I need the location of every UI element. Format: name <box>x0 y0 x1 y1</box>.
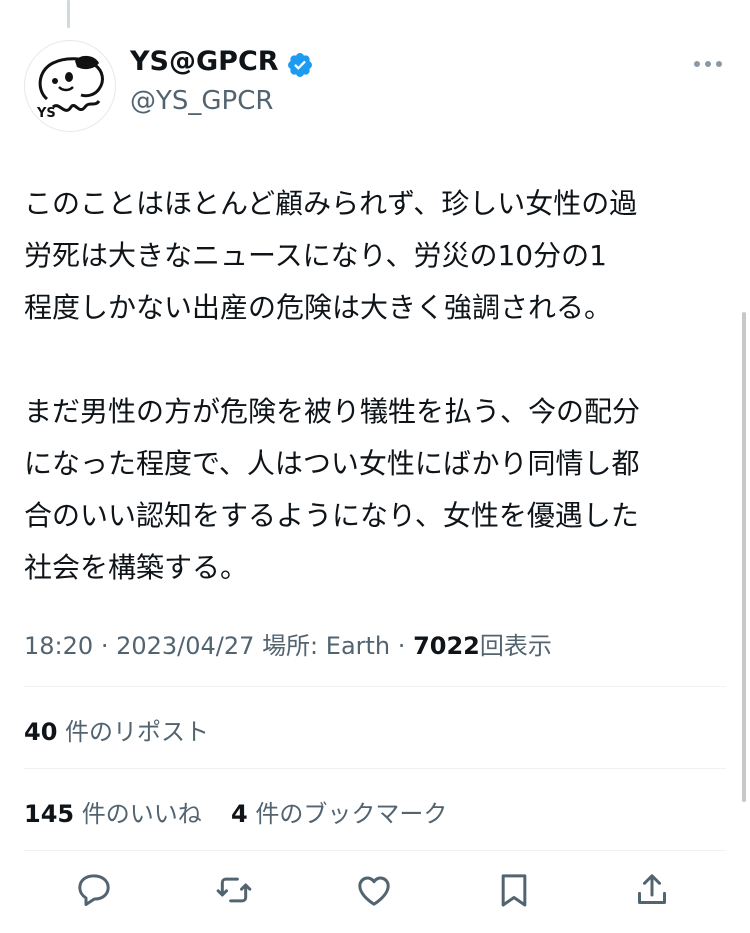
meta-separator: · <box>397 632 406 660</box>
likes-label: 件のいいね <box>81 800 202 828</box>
tweet-line: になった程度で、人はつい女性にばかり同情し都 <box>24 447 640 480</box>
reposts-count: 40 <box>24 718 58 746</box>
divider <box>24 850 726 851</box>
reply-button[interactable] <box>74 870 114 910</box>
retweet-button[interactable] <box>214 870 254 910</box>
retweet-icon <box>216 877 252 903</box>
avatar-dog-illustration: YS <box>36 55 104 121</box>
reply-icon <box>78 874 110 906</box>
action-bar <box>0 866 750 920</box>
meta-separator: · <box>100 632 109 660</box>
share-button[interactable] <box>632 870 672 910</box>
tweet-line: 程度しかない出産の危険は大きく強調される。 <box>24 291 613 324</box>
tweet-date[interactable]: 2023/04/27 <box>116 632 254 660</box>
scrollbar[interactable] <box>742 312 746 802</box>
tweet-paragraph-2: まだ男性の方が危険を被り犠牲を払う、今の配分 になった程度で、人はつい女性にばか… <box>24 386 730 594</box>
display-name[interactable]: YS@GPCR <box>130 46 279 77</box>
tweet-line: 社会を構築する。 <box>24 551 249 584</box>
likes-stat[interactable]: 145 件のいいね <box>24 800 202 828</box>
avatar[interactable]: YS <box>24 40 116 132</box>
bookmarks-label: 件のブックマーク <box>255 800 448 828</box>
likes-count: 145 <box>24 800 75 828</box>
tweet-line: このことはほとんど顧みられず、珍しい女性の過 <box>24 187 638 220</box>
like-button[interactable] <box>354 870 394 910</box>
views-count: 7022 <box>413 632 480 660</box>
thread-connector-line <box>67 0 70 28</box>
bookmarks-stat[interactable]: 4 件のブックマーク <box>231 800 447 828</box>
divider <box>24 686 726 687</box>
tweet-text: このことはほとんど顧みられず、珍しい女性の過 労死は大きなニュースになり、労災の… <box>24 178 730 594</box>
bookmark-icon <box>501 874 527 907</box>
tweet-line: 合のいい認知をするようになり、女性を優遇した <box>24 499 639 532</box>
tweet-time[interactable]: 18:20 <box>24 632 93 660</box>
reposts-stat[interactable]: 40 件のリポスト <box>24 712 209 747</box>
tweet-location: 場所: Earth <box>262 632 391 660</box>
more-dots-icon[interactable] <box>690 52 726 76</box>
svg-text:YS: YS <box>36 106 56 121</box>
tweet-line: まだ男性の方が危険を被り犠牲を払う、今の配分 <box>24 395 641 428</box>
user-handle[interactable]: @YS_GPCR <box>130 86 273 116</box>
bookmarks-count: 4 <box>231 800 248 828</box>
views-label: 回表示 <box>479 632 552 660</box>
bookmark-button[interactable] <box>494 870 534 910</box>
tweet-meta: 18:20 · 2023/04/27 場所: Earth · 7022回表示 <box>24 626 552 661</box>
divider <box>24 768 726 769</box>
tweet-line: 労死は大きなニュースになり、労災の10分の1 <box>24 239 607 272</box>
verified-badge-icon[interactable] <box>286 51 314 79</box>
heart-icon <box>358 876 390 906</box>
tweet-paragraph-1: このことはほとんど顧みられず、珍しい女性の過 労死は大きなニュースになり、労災の… <box>24 178 730 334</box>
share-icon <box>638 874 666 904</box>
engagement-stats: 145 件のいいね 4 件のブックマーク <box>24 794 447 829</box>
reposts-label: 件のリポスト <box>65 718 210 746</box>
